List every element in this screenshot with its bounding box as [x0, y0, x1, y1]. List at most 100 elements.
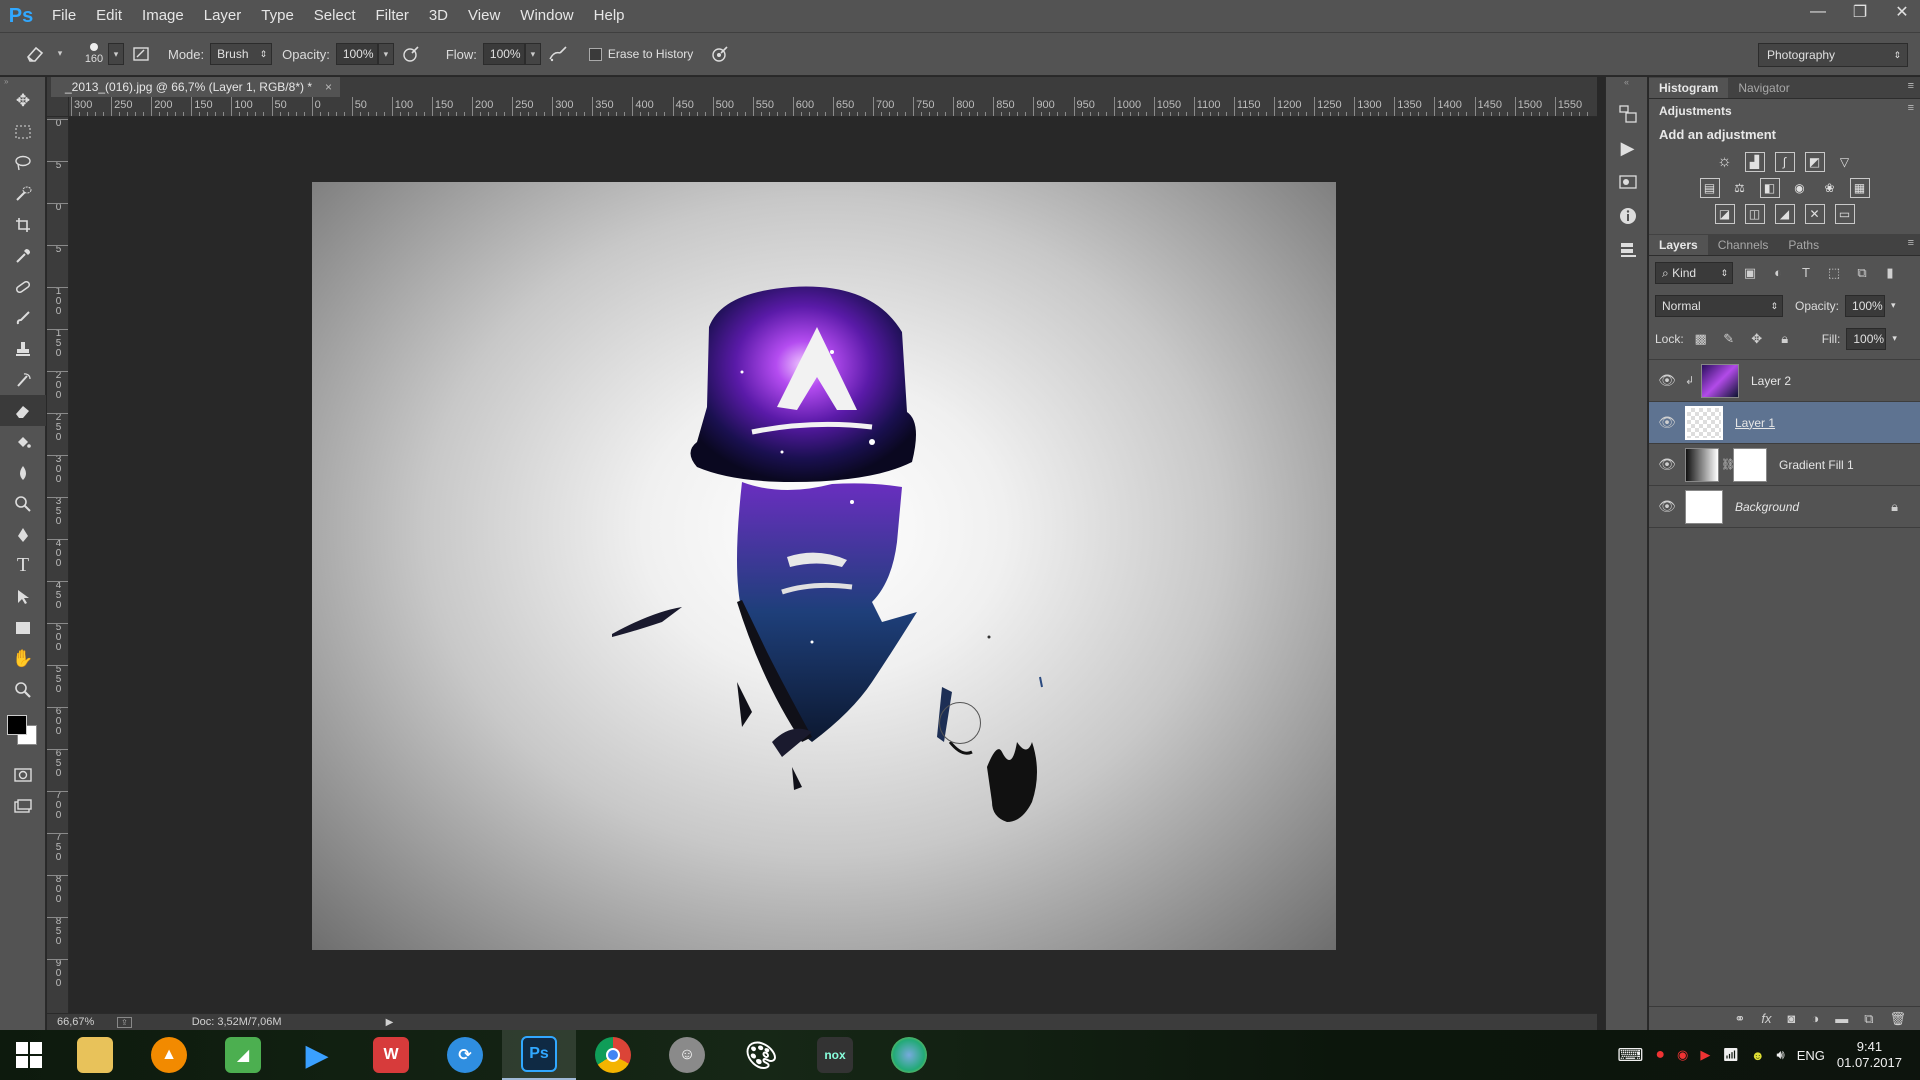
tab-layers[interactable]: Layers	[1649, 235, 1708, 255]
opacity-dropdown[interactable]: ▾	[377, 43, 394, 65]
restore-button[interactable]: ❐	[1850, 2, 1870, 22]
gradient-map-icon[interactable]: ▭	[1834, 204, 1855, 224]
tab-histogram[interactable]: Histogram	[1649, 78, 1729, 98]
tab-navigator[interactable]: Navigator	[1728, 78, 1799, 98]
link-icon[interactable]: ⛓	[1721, 458, 1735, 471]
history-brush-tool-icon[interactable]	[0, 364, 46, 395]
filter-adjustment-icon[interactable]: ◐	[1767, 265, 1789, 280]
taskbar-sketchbook[interactable]: ◢	[206, 1030, 280, 1080]
healing-brush-tool-icon[interactable]	[0, 271, 46, 302]
taskbar-nox[interactable]: nox	[798, 1030, 872, 1080]
hue-saturation-icon[interactable]: ▤	[1699, 178, 1720, 198]
filter-smart-object-icon[interactable]: ⧉	[1851, 265, 1873, 281]
taskbar-avast[interactable]: ▲	[132, 1030, 206, 1080]
document-close-icon[interactable]: ×	[325, 77, 332, 97]
layer-row-layer-2[interactable]: 👁︎ ↲ Layer 2	[1649, 360, 1920, 402]
screen-mode-icon[interactable]	[0, 790, 46, 821]
new-group-icon[interactable]: ▬	[1835, 1011, 1848, 1026]
volume-icon[interactable]: 🔊︎	[1777, 1047, 1785, 1063]
visibility-eye-icon[interactable]: 👁︎	[1649, 498, 1685, 515]
exposure-icon[interactable]: ◩	[1804, 152, 1825, 172]
lock-all-icon[interactable]: 🔒︎	[1774, 331, 1796, 347]
color-lookup-icon[interactable]: ▦	[1849, 178, 1870, 198]
new-adjustment-icon[interactable]: ◑	[1811, 1011, 1819, 1026]
layer-row-background[interactable]: 👁︎ Background 🔒︎	[1649, 486, 1920, 528]
start-button[interactable]	[0, 1030, 58, 1080]
toolbar-collapse-icon[interactable]: »	[0, 77, 45, 86]
move-tool-icon[interactable]: ✥	[0, 85, 46, 116]
brush-size-picker[interactable]: 160	[80, 38, 108, 70]
visibility-eye-icon[interactable]: 👁︎	[1649, 372, 1685, 389]
menu-edit[interactable]: Edit	[86, 0, 132, 32]
clone-stamp-tool-icon[interactable]	[0, 333, 46, 364]
lock-image-icon[interactable]: ✎	[1718, 331, 1740, 347]
brightness-contrast-icon[interactable]: ☼	[1715, 152, 1735, 172]
hand-tool-icon[interactable]: ✋	[0, 643, 46, 674]
black-white-icon[interactable]: ◧	[1759, 178, 1780, 198]
status-menu-arrow-icon[interactable]: ▶	[386, 1017, 394, 1028]
taskbar-game-app[interactable]: ☺	[650, 1030, 724, 1080]
channel-mixer-icon[interactable]: ❀	[1820, 178, 1840, 198]
layer-opacity-input[interactable]: 100%	[1845, 294, 1886, 317]
tab-adjustments[interactable]: Adjustments	[1649, 101, 1742, 121]
curves-icon[interactable]: ∫	[1774, 152, 1795, 172]
lasso-tool-icon[interactable]	[0, 147, 46, 178]
eraser-tool-icon[interactable]	[22, 41, 48, 67]
media-tray-icon[interactable]: ▶	[1700, 1047, 1710, 1063]
airbrush-icon[interactable]	[545, 41, 571, 67]
layer-style-icon[interactable]: fx	[1761, 1011, 1771, 1026]
document-tab[interactable]: _2013_(016).jpg @ 66,7% (Layer 1, RGB/8*…	[51, 77, 340, 97]
brush-picker-dropdown[interactable]: ▾	[108, 43, 124, 65]
visibility-eye-icon[interactable]: 👁︎	[1649, 456, 1685, 473]
tab-paths[interactable]: Paths	[1778, 235, 1829, 255]
filter-pixel-icon[interactable]: ▣	[1739, 265, 1761, 281]
levels-icon[interactable]: ▟	[1744, 152, 1765, 172]
zoom-tool-icon[interactable]	[0, 674, 46, 705]
menu-layer[interactable]: Layer	[194, 0, 252, 32]
mode-select[interactable]: Brush ⇕	[210, 43, 273, 65]
lock-transparent-icon[interactable]: ▩	[1690, 331, 1712, 347]
filter-shape-icon[interactable]: ⬚	[1823, 265, 1845, 281]
vertical-ruler[interactable]: 0 5 0 5 1 0 0 1 5 0 2 0 0 2 5 0 3 0 0 3 5 0 4 0 0 4…	[47, 117, 69, 1013]
posterize-icon[interactable]: ◫	[1744, 204, 1765, 224]
tab-channels[interactable]: Channels	[1708, 235, 1779, 255]
opacity-input[interactable]: 100%	[335, 43, 378, 65]
blend-mode-select[interactable]: Normal ⇕	[1655, 294, 1783, 317]
lock-position-icon[interactable]: ✥	[1746, 331, 1768, 347]
threshold-icon[interactable]: ◢	[1774, 204, 1795, 224]
menu-type[interactable]: Type	[251, 0, 304, 32]
crop-tool-icon[interactable]	[0, 209, 46, 240]
layer-name[interactable]: Background	[1735, 500, 1799, 514]
erase-to-history-checkbox[interactable]	[588, 47, 602, 61]
rectangle-tool-icon[interactable]	[0, 612, 46, 643]
taskbar-paint-app[interactable]: 🎨︎	[724, 1030, 798, 1080]
filter-toggle-icon[interactable]: ▮	[1879, 265, 1901, 281]
menu-window[interactable]: Window	[510, 0, 583, 32]
network-icon[interactable]: 📶︎	[1722, 1047, 1739, 1063]
taskbar-file-explorer[interactable]	[58, 1030, 132, 1080]
layer-name[interactable]: Gradient Fill 1	[1779, 458, 1854, 472]
pen-tool-icon[interactable]	[0, 519, 46, 550]
clock[interactable]: 9:41 01.07.2017	[1837, 1039, 1902, 1071]
foreground-color-swatch[interactable]	[7, 715, 27, 735]
eraser-tool-icon[interactable]	[0, 395, 46, 426]
eyedropper-tool-icon[interactable]	[0, 240, 46, 271]
new-layer-icon[interactable]: ⧉	[1864, 1011, 1873, 1027]
brush-tool-icon[interactable]	[0, 302, 46, 333]
visibility-eye-icon[interactable]: 👁︎	[1649, 414, 1685, 431]
menu-select[interactable]: Select	[304, 0, 366, 32]
properties-panel-icon[interactable]	[1606, 165, 1649, 199]
fill-input[interactable]: 100%	[1846, 327, 1887, 350]
menu-file[interactable]: File	[42, 0, 86, 32]
strip-collapse-icon[interactable]: «	[1606, 77, 1647, 97]
path-selection-tool-icon[interactable]	[0, 581, 46, 612]
taskbar-chrome[interactable]	[576, 1030, 650, 1080]
taskbar-media-player[interactable]: ▶	[280, 1030, 354, 1080]
delete-layer-icon[interactable]: 🗑︎	[1889, 1011, 1906, 1027]
menu-3d[interactable]: 3D	[419, 0, 458, 32]
dodge-tool-icon[interactable]	[0, 488, 46, 519]
close-window-button[interactable]: ✕	[1892, 2, 1912, 22]
taskbar-wps-office[interactable]: W	[354, 1030, 428, 1080]
document-canvas[interactable]	[312, 182, 1336, 950]
add-mask-icon[interactable]: ◙	[1787, 1011, 1795, 1026]
